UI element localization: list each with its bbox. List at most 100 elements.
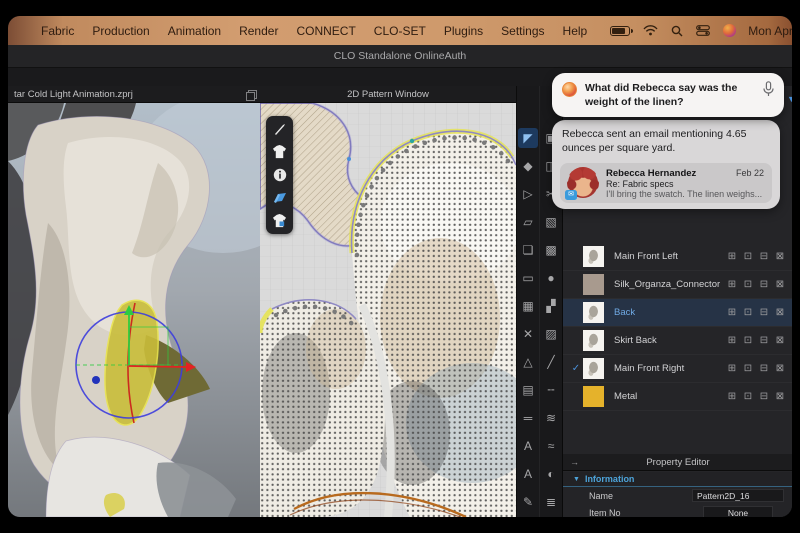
pattern-swatch-tool[interactable]: ▦	[518, 296, 538, 316]
menu-item-fabric[interactable]: Fabric	[32, 24, 83, 38]
assign-icon[interactable]: ⊡	[742, 335, 754, 346]
fabric-blue-icon[interactable]	[271, 190, 288, 206]
add-point-tool[interactable]: ▱	[518, 212, 538, 232]
add-icon[interactable]: ⊞	[726, 279, 738, 290]
fabric-swatch-thumbnail[interactable]	[583, 302, 604, 323]
fabric-swatch-thumbnail[interactable]	[583, 274, 604, 295]
duplicate-icon[interactable]: ⊠	[774, 391, 786, 402]
add-icon[interactable]: ⊞	[726, 363, 738, 374]
garment-texture-tool[interactable]: ▨	[541, 324, 561, 344]
trace-tool[interactable]: ✕	[518, 324, 538, 344]
dock-icon[interactable]: →	[570, 457, 579, 467]
microphone-icon[interactable]	[763, 81, 774, 97]
duplicate-icon[interactable]: ⊠	[774, 307, 786, 318]
name-input[interactable]: Pattern2D_16	[692, 489, 784, 502]
gizmo-z-handle[interactable]	[92, 376, 100, 384]
edit-curvature-tool[interactable]: ▷	[518, 184, 538, 204]
fabric-swatch-thumbnail[interactable]	[583, 330, 604, 351]
assign-icon[interactable]: ⊡	[742, 307, 754, 318]
object-row[interactable]: Skirt Back⊞⊡⊟⊠	[563, 327, 792, 355]
pleats-tool[interactable]: ▤	[518, 380, 538, 400]
save-icon[interactable]: ⊟	[758, 279, 770, 290]
add-icon[interactable]: ⊞	[726, 251, 738, 262]
detach-sewing-tool[interactable]: ▧	[541, 212, 561, 232]
object-row[interactable]: ✓Main Front Right⊞⊡⊟⊠	[563, 355, 792, 383]
steam-iron-tool[interactable]: ▩	[541, 240, 561, 260]
line-tool[interactable]: ╱	[541, 352, 561, 372]
assign-icon[interactable]: ⊡	[742, 279, 754, 290]
save-icon[interactable]: ⊟	[758, 363, 770, 374]
menu-item-production[interactable]: Production	[83, 24, 158, 38]
add-icon[interactable]: ⊞	[726, 335, 738, 346]
fabric-swatch-thumbnail[interactable]	[583, 358, 604, 379]
seam-allowance-tool[interactable]: ═	[518, 408, 538, 428]
row-action-buttons: ⊞ ⊡ ⊟ ⊠	[726, 363, 786, 374]
save-icon[interactable]: ⊟	[758, 391, 770, 402]
save-icon[interactable]: ⊟	[758, 335, 770, 346]
fabric-swatch-thumbnail[interactable]	[583, 386, 604, 407]
text-style-tool[interactable]: A	[518, 464, 538, 484]
tint-icon[interactable]	[723, 24, 736, 37]
save-icon[interactable]: ⊟	[758, 251, 770, 262]
email-meta: Rebecca Hernandez Feb 22 Re: Fabric spec…	[606, 168, 764, 199]
zigzag-stitch-tool[interactable]: ≋	[541, 408, 561, 428]
row-checkmark-icon[interactable]: ✓	[569, 363, 583, 374]
assistant-query-bubble[interactable]: What did Rebecca say was the weight of t…	[552, 73, 784, 117]
object-row[interactable]: Silk_Organza_Connector⊞⊡⊟⊠	[563, 271, 792, 299]
select-move-tool[interactable]: ◤	[518, 128, 538, 148]
info-icon[interactable]	[271, 167, 288, 183]
pattern2d-canvas[interactable]	[260, 103, 516, 517]
save-icon[interactable]: ⊟	[758, 307, 770, 318]
menu-item-clo-set[interactable]: CLO-SET	[365, 24, 435, 38]
grading-tool[interactable]: ✎	[518, 492, 538, 512]
fabric-swatch-thumbnail[interactable]	[583, 246, 604, 267]
control-center-icon[interactable]	[696, 25, 710, 36]
wavy-stitch-tool[interactable]: ≈	[541, 436, 561, 456]
pen-icon[interactable]	[271, 121, 288, 137]
menu-item-render[interactable]: Render	[230, 24, 287, 38]
menubar-clock[interactable]: Mon Apr 1 9:41 AM	[748, 24, 792, 38]
solidify-tool[interactable]: ●	[541, 268, 561, 288]
search-icon[interactable]	[671, 25, 683, 37]
print-placement-tool[interactable]: ◐	[541, 464, 561, 484]
email-result-card[interactable]: ✉ Rebecca Hernandez Feb 22 Re: Fabric sp…	[560, 163, 772, 203]
garment-icon[interactable]	[271, 144, 288, 160]
collapse-triangle-icon[interactable]: ▼	[573, 476, 580, 483]
section-information[interactable]: ▼ Information	[563, 472, 792, 487]
wifi-icon	[643, 25, 658, 36]
duplicate-icon[interactable]: ⊠	[774, 279, 786, 290]
cut-sew-tool[interactable]: △	[518, 352, 538, 372]
create-rectangle-tool[interactable]: ▭	[518, 268, 538, 288]
assign-icon[interactable]: ⊡	[742, 251, 754, 262]
object-row[interactable]: Main Front Left⊞⊡⊟⊠	[563, 243, 792, 271]
dashed-line-tool[interactable]: ╌	[541, 380, 561, 400]
create-polygon-tool[interactable]: ❏	[518, 240, 538, 260]
assign-icon[interactable]: ⊡	[742, 363, 754, 374]
pattern-piece-bottom-left[interactable]	[260, 300, 385, 517]
duplicate-icon[interactable]: ⊠	[774, 363, 786, 374]
add-icon[interactable]: ⊞	[726, 307, 738, 318]
text-tool[interactable]: A	[518, 436, 538, 456]
edit-pattern-tool[interactable]: ◆	[518, 156, 538, 176]
duplicate-icon[interactable]: ⊠	[774, 251, 786, 262]
assign-icon[interactable]: ⊡	[742, 391, 754, 402]
add-icon[interactable]: ⊞	[726, 391, 738, 402]
viewport3d-canvas[interactable]	[8, 103, 260, 517]
menu-item-animation[interactable]: Animation	[159, 24, 230, 38]
object-row[interactable]: Back⊞ ⊡ ⊟ ⊠	[563, 299, 792, 327]
menu-item-help[interactable]: Help	[554, 24, 597, 38]
itemno-input[interactable]: None	[703, 506, 773, 517]
row-action-buttons: ⊞ ⊡ ⊟ ⊠	[726, 251, 786, 262]
detach-window-icon[interactable]	[246, 90, 255, 99]
chevron-down-icon[interactable]: ▼	[787, 94, 792, 104]
object-row-label: Back	[614, 307, 726, 318]
menu-item-settings[interactable]: Settings	[492, 24, 553, 38]
garment-fit-tool[interactable]: ▞	[541, 296, 561, 316]
duplicate-icon[interactable]: ⊠	[774, 335, 786, 346]
fabric-layers-tool[interactable]: ≣	[541, 492, 561, 512]
menu-item-connect[interactable]: CONNECT	[287, 24, 364, 38]
siri-icon	[562, 82, 577, 97]
object-row[interactable]: Metal⊞⊡⊟⊠	[563, 383, 792, 411]
menu-item-plugins[interactable]: Plugins	[435, 24, 492, 38]
garment-fabric-icon[interactable]	[271, 213, 288, 229]
